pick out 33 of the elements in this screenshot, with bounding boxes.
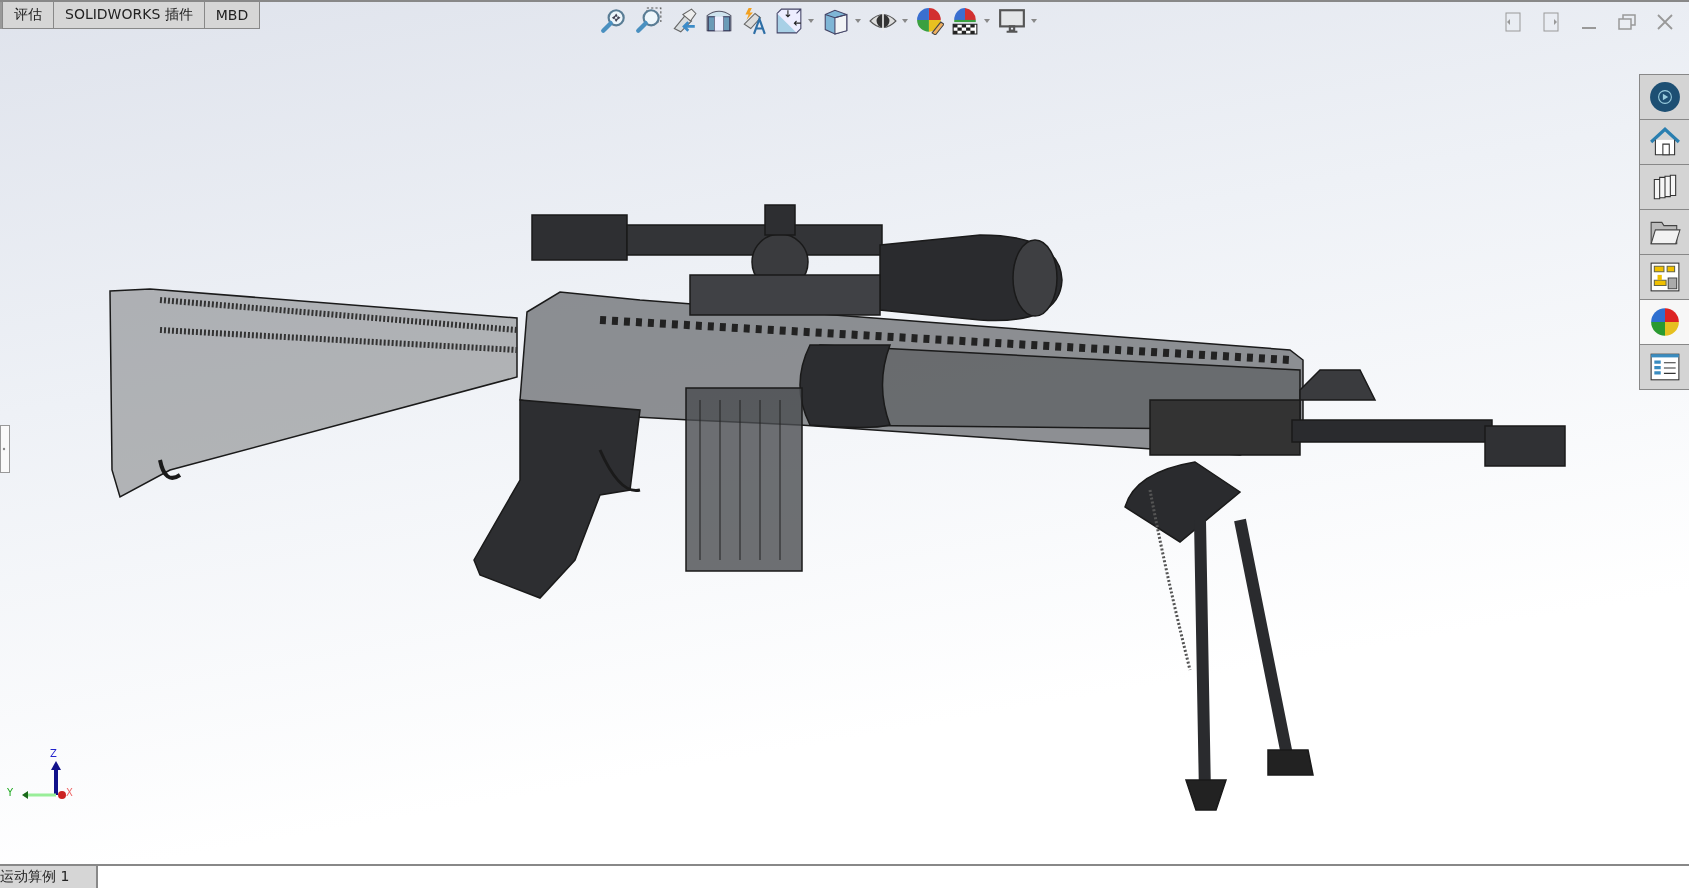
- axis-label: Y: [7, 788, 14, 798]
- task-pane-tab[interactable]: [1640, 344, 1689, 389]
- home-icon: [1648, 126, 1681, 158]
- list-icon: [1648, 351, 1681, 383]
- task-pane-tab[interactable]: [1640, 254, 1689, 299]
- view-orientation-icon[interactable]: [775, 7, 803, 35]
- edit-appearance-icon[interactable]: [916, 7, 944, 35]
- palette-icon: [1648, 261, 1681, 293]
- axis-label: X: [66, 788, 73, 798]
- monitor-icon[interactable]: [998, 7, 1026, 35]
- motion-study-tab[interactable]: 运动算例 1: [0, 866, 98, 888]
- task-pane-tab[interactable]: [1640, 299, 1689, 344]
- dropdown-caret-icon[interactable]: [807, 18, 815, 24]
- panel-handle[interactable]: [0, 425, 10, 473]
- zoom-area-icon[interactable]: [635, 7, 663, 35]
- dropdown-caret-icon[interactable]: [901, 18, 909, 24]
- color-ball-icon: [1648, 306, 1681, 338]
- task-pane-tab[interactable]: [1640, 74, 1689, 119]
- globe-icon: [1648, 81, 1681, 113]
- scene-icon[interactable]: [951, 7, 979, 35]
- close-icon[interactable]: [1655, 12, 1675, 32]
- command-tab[interactable]: SOLIDWORKS 插件: [54, 2, 205, 29]
- zoom-to-fit-icon[interactable]: [600, 7, 628, 35]
- dropdown-caret-icon[interactable]: [1030, 18, 1038, 24]
- display-style-icon[interactable]: [822, 7, 850, 35]
- command-tab[interactable]: 评估: [2, 2, 54, 29]
- dropdown-caret-icon[interactable]: [983, 18, 991, 24]
- task-pane-tab[interactable]: [1640, 119, 1689, 164]
- task-pane-tab[interactable]: [1640, 209, 1689, 254]
- axis-label: Z: [50, 749, 57, 759]
- dropdown-caret-icon[interactable]: [854, 18, 862, 24]
- task-pane-tab[interactable]: [1640, 164, 1689, 209]
- command-tab[interactable]: MBD: [204, 2, 261, 29]
